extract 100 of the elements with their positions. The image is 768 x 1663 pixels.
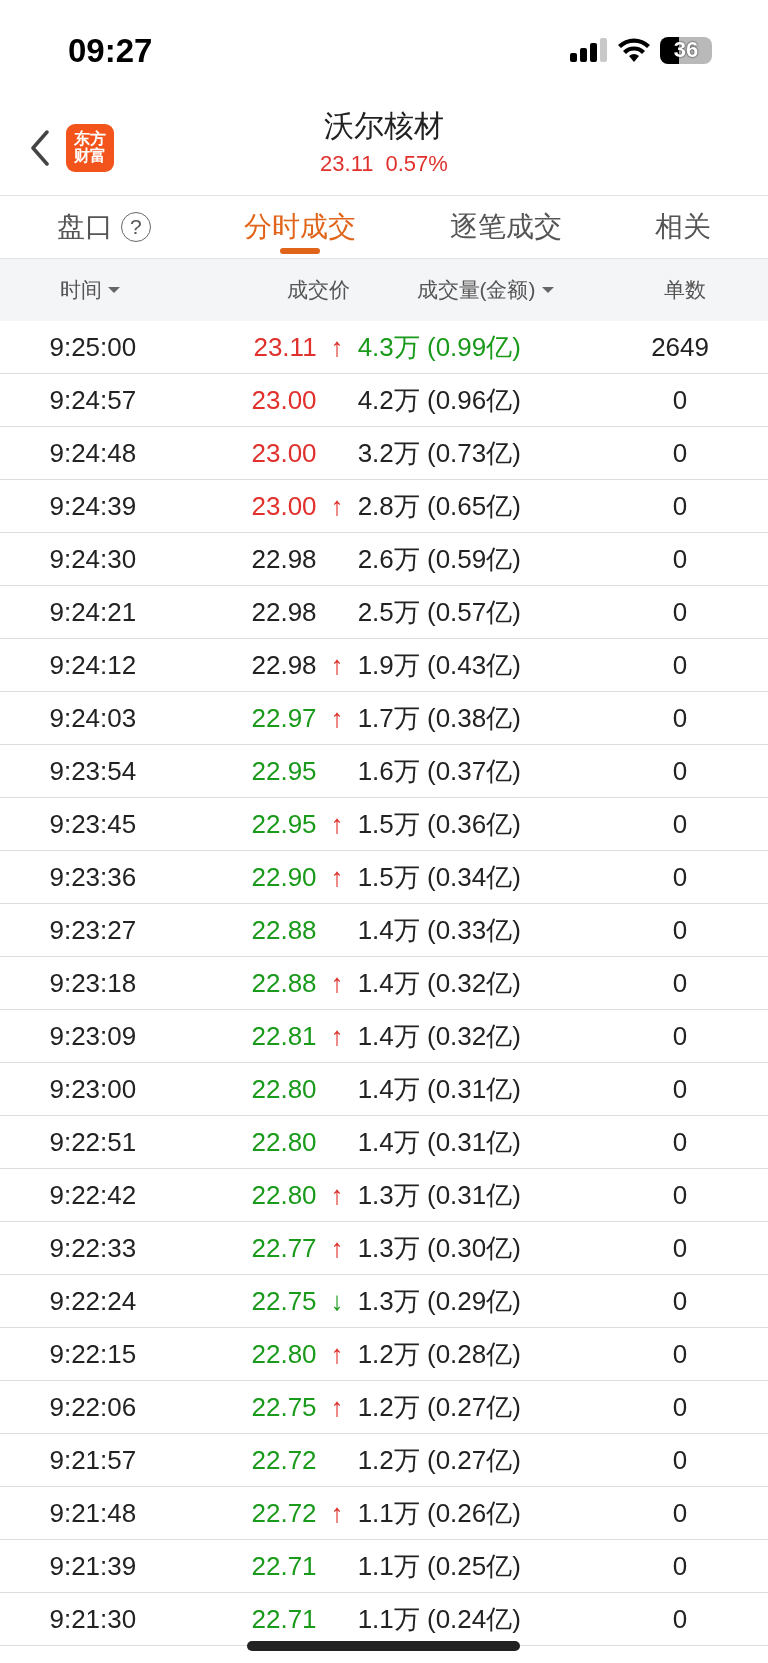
time-cell-text: 9:22:51 bbox=[48, 1126, 138, 1158]
count-cell-text: 0 bbox=[671, 1285, 689, 1317]
price-cell: 22.88 bbox=[251, 914, 317, 946]
time-cell-text: 9:25:00 bbox=[48, 331, 138, 363]
price-cell: 22.88 bbox=[251, 967, 317, 999]
price-cell: 22.71 bbox=[251, 1550, 317, 1582]
count-cell-text: 0 bbox=[671, 1338, 689, 1370]
time-cell-text: 9:22:42 bbox=[48, 1179, 138, 1211]
price-cell: 22.98 bbox=[251, 596, 317, 628]
volume-cell-text: 4.2万 (0.96亿) bbox=[357, 383, 521, 417]
trend-arrow: ↓ bbox=[330, 1285, 344, 1317]
time-cell-text: 9:22:33 bbox=[48, 1232, 138, 1264]
volume-cell-text: 1.6万 (0.37亿) bbox=[357, 754, 521, 788]
time-cell-text: 9:23:45 bbox=[48, 808, 138, 840]
volume-cell-text: 1.4万 (0.31亿) bbox=[357, 1125, 521, 1159]
stock-price: 23.11 bbox=[320, 151, 374, 177]
time-cell-text: 9:22:15 bbox=[48, 1338, 138, 1370]
volume-cell-text: 1.1万 (0.24亿) bbox=[357, 1602, 521, 1636]
volume-cell-text: 4.3万 (0.99亿) bbox=[357, 330, 521, 364]
count-cell-text: 0 bbox=[671, 914, 689, 946]
price-cell: 23.00 bbox=[251, 384, 317, 416]
price-cell: 23.00 bbox=[251, 437, 317, 469]
trend-arrow: ↑ bbox=[330, 861, 344, 893]
volume-cell-text: 1.4万 (0.32亿) bbox=[357, 966, 521, 1000]
time-cell-text: 9:21:30 bbox=[48, 1603, 138, 1635]
column-header[interactable]: 成交量(金额) bbox=[350, 276, 620, 304]
caret-icon[interactable] bbox=[108, 286, 120, 294]
price-cell: 22.80 bbox=[251, 1338, 317, 1370]
count-cell-text: 0 bbox=[671, 384, 689, 416]
time-cell-text: 9:23:00 bbox=[48, 1073, 138, 1105]
tab[interactable]: 逐笔成交 bbox=[445, 196, 566, 258]
volume-cell-text: 1.1万 (0.26亿) bbox=[357, 1496, 521, 1530]
count-cell-text: 0 bbox=[671, 1020, 689, 1052]
volume-cell-text: 1.2万 (0.27亿) bbox=[357, 1390, 521, 1424]
volume-cell-text: 1.3万 (0.29亿) bbox=[357, 1284, 521, 1318]
price-cell: 22.80 bbox=[251, 1073, 317, 1105]
count-cell-text: 0 bbox=[671, 543, 689, 575]
count-cell-text: 0 bbox=[671, 649, 689, 681]
price-cell: 23.00 bbox=[251, 490, 317, 522]
price-cell: 22.98 bbox=[251, 543, 317, 575]
volume-cell-text: 1.2万 (0.27亿) bbox=[357, 1443, 521, 1477]
volume-cell-text: 1.2万 (0.28亿) bbox=[357, 1337, 521, 1371]
time-cell-text: 9:24:12 bbox=[48, 649, 138, 681]
volume-cell-text: 1.7万 (0.38亿) bbox=[357, 701, 521, 735]
price-cell: 22.75 bbox=[251, 1391, 317, 1423]
app-logo: 东方 财富 bbox=[66, 123, 114, 172]
trend-arrow: ↑ bbox=[330, 331, 344, 363]
price-cell: 22.97 bbox=[251, 702, 317, 734]
price-cell: 22.95 bbox=[251, 808, 317, 840]
price-cell: 22.72 bbox=[251, 1497, 317, 1529]
price-cell: 22.95 bbox=[251, 755, 317, 787]
time-cell-text: 9:23:18 bbox=[48, 967, 138, 999]
count-cell-text: 0 bbox=[671, 808, 689, 840]
column-header[interactable]: 成交价 bbox=[180, 276, 350, 304]
time-cell-text: 9:21:39 bbox=[48, 1550, 138, 1582]
volume-cell-text: 1.4万 (0.33亿) bbox=[357, 913, 521, 947]
trend-arrow: ↑ bbox=[330, 702, 344, 734]
trend-arrow: ↑ bbox=[330, 1391, 344, 1423]
column-header[interactable]: 单数 bbox=[620, 276, 750, 304]
time-cell-text: 9:21:48 bbox=[48, 1497, 138, 1529]
stock-name: 沃尔核材 bbox=[324, 108, 444, 144]
back-icon[interactable] bbox=[30, 129, 50, 166]
volume-cell-text: 1.9万 (0.43亿) bbox=[357, 648, 521, 682]
volume-cell-text: 1.3万 (0.30亿) bbox=[357, 1231, 521, 1265]
price-cell: 22.80 bbox=[251, 1126, 317, 1158]
trend-arrow: ↑ bbox=[330, 1338, 344, 1370]
count-cell-text: 0 bbox=[671, 861, 689, 893]
count-cell-text: 0 bbox=[671, 967, 689, 999]
signal-icon bbox=[570, 38, 608, 62]
volume-cell-text: 3.2万 (0.73亿) bbox=[357, 436, 521, 470]
time-cell-text: 9:23:27 bbox=[48, 914, 138, 946]
price-cell: 22.81 bbox=[251, 1020, 317, 1052]
time-cell-text: 9:23:54 bbox=[48, 755, 138, 787]
tab[interactable]: 相关 bbox=[651, 196, 716, 258]
time-cell-text: 9:24:48 bbox=[48, 437, 138, 469]
price-cell: 22.72 bbox=[251, 1444, 317, 1476]
time-cell-text: 9:22:24 bbox=[48, 1285, 138, 1317]
time-cell-text: 9:23:09 bbox=[48, 1020, 138, 1052]
time-cell-text: 9:23:36 bbox=[48, 861, 138, 893]
count-cell-text: 0 bbox=[671, 437, 689, 469]
time-cell-text: 9:24:39 bbox=[48, 490, 138, 522]
price-cell: 22.80 bbox=[251, 1179, 317, 1211]
price-cell: 22.90 bbox=[251, 861, 317, 893]
column-header[interactable]: 时间 bbox=[0, 276, 180, 304]
trend-arrow: ↑ bbox=[330, 649, 344, 681]
count-cell-text: 0 bbox=[671, 490, 689, 522]
volume-cell-text: 2.6万 (0.59亿) bbox=[357, 542, 521, 576]
time-cell-text: 9:22:06 bbox=[48, 1391, 138, 1423]
volume-cell-text: 2.8万 (0.65亿) bbox=[357, 489, 521, 523]
volume-cell-text: 1.5万 (0.36亿) bbox=[357, 807, 521, 841]
trend-arrow: ↑ bbox=[330, 1179, 344, 1211]
count-cell-text: 0 bbox=[671, 1444, 689, 1476]
caret-icon[interactable] bbox=[541, 286, 554, 294]
trend-arrow: ↑ bbox=[330, 1232, 344, 1264]
time-cell-text: 9:24:03 bbox=[48, 702, 138, 734]
trend-arrow: ↑ bbox=[330, 808, 344, 840]
volume-cell-text: 1.3万 (0.31亿) bbox=[357, 1178, 521, 1212]
count-cell-text: 0 bbox=[671, 1550, 689, 1582]
tab[interactable]: 盘口 ? bbox=[52, 196, 155, 258]
volume-cell-text: 1.4万 (0.32亿) bbox=[357, 1019, 521, 1053]
